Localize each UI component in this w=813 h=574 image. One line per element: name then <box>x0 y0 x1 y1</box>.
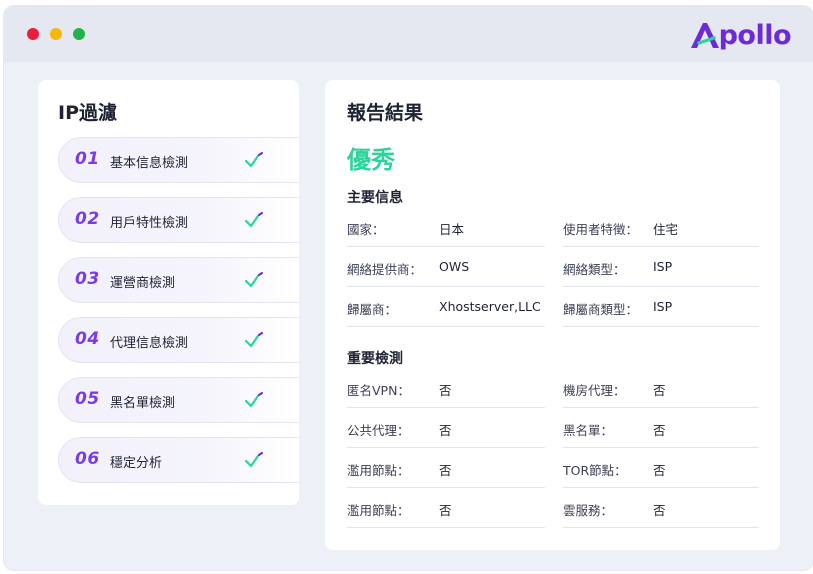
step-item[interactable]: 02 用戶特性檢測 <box>58 197 299 243</box>
minimize-window-button[interactable] <box>50 28 62 40</box>
check-row-blacklist: 黑名單： 否 <box>563 408 759 448</box>
step-label: 穩定分析 <box>110 456 163 471</box>
step-label: 基本信息檢測 <box>110 156 189 171</box>
field-label: 匿名VPN： <box>347 383 410 398</box>
step-number: 02 <box>75 209 100 229</box>
panel-title: IP過濾 <box>58 102 117 124</box>
field-label: 歸屬商： <box>347 302 398 317</box>
apollo-logo: pollo <box>689 18 792 52</box>
field-value: 否 <box>439 503 452 518</box>
info-row-country: 國家： 日本 <box>347 207 545 247</box>
step-number: 05 <box>75 389 100 409</box>
report-panel: 報告結果 優秀 主要信息 國家： 日本 使用者特徵： 住宅 網絡提供商： OWS… <box>325 80 780 550</box>
checks-heading: 重要檢測 <box>347 351 403 367</box>
step-item[interactable]: 05 黑名單檢測 <box>58 377 299 423</box>
step-item[interactable]: 04 代理信息檢測 <box>58 317 299 363</box>
logo-wordmark: pollo <box>718 19 792 51</box>
info-row-provider: 網絡提供商： OWS <box>347 247 545 287</box>
info-row-owner: 歸屬商： Xhostserver,LLC <box>347 287 545 327</box>
field-value: ISP <box>653 259 673 274</box>
info-row-user-type: 使用者特徵： 住宅 <box>563 207 759 247</box>
step-number: 04 <box>75 329 100 349</box>
field-label: 雲服務： <box>563 503 614 518</box>
check-row-cloud-service: 雲服務： 否 <box>563 488 759 528</box>
main-info-heading: 主要信息 <box>347 190 403 206</box>
field-value: 日本 <box>439 222 465 237</box>
step-number: 06 <box>75 449 100 469</box>
field-value: 住宅 <box>653 222 679 237</box>
field-value: ISP <box>653 299 673 314</box>
check-row-anon-vpn: 匿名VPN： 否 <box>347 368 545 408</box>
check-row-datacenter-proxy: 機房代理： 否 <box>563 368 759 408</box>
step-number: 03 <box>75 269 100 289</box>
field-value: Xhostserver,LLC <box>439 299 541 314</box>
check-icon <box>245 332 263 348</box>
field-label: 國家： <box>347 222 385 237</box>
title-bar: pollo <box>4 6 813 62</box>
field-value: 否 <box>439 423 452 438</box>
field-value: 否 <box>653 503 666 518</box>
info-row-network-type: 網絡類型： ISP <box>563 247 759 287</box>
field-value: 否 <box>653 383 666 398</box>
field-label: 機房代理： <box>563 383 626 398</box>
check-icon <box>245 392 263 408</box>
field-value: 否 <box>439 463 452 478</box>
step-label: 黑名單檢測 <box>110 396 176 411</box>
close-window-button[interactable] <box>27 28 39 40</box>
check-icon <box>245 272 263 288</box>
field-label: 公共代理： <box>347 423 410 438</box>
app-window: pollo IP過濾 01 基本信息檢測 02 用戶特性檢測 03 運營商檢測 … <box>4 6 813 570</box>
check-icon <box>245 152 263 168</box>
info-row-owner-type: 歸屬商類型： ISP <box>563 287 759 327</box>
field-label: 網絡提供商： <box>347 262 423 277</box>
field-label: 網絡類型： <box>563 262 626 277</box>
step-list: 01 基本信息檢測 02 用戶特性檢測 03 運營商檢測 04 代理信息檢測 0… <box>58 137 299 497</box>
check-icon <box>245 212 263 228</box>
step-item[interactable]: 03 運營商檢測 <box>58 257 299 303</box>
step-label: 用戶特性檢測 <box>110 216 189 231</box>
grade-result: 優秀 <box>347 146 395 174</box>
check-row-abuse-node: 濫用節點： 否 <box>347 448 545 488</box>
check-row-public-proxy: 公共代理： 否 <box>347 408 545 448</box>
field-value: 否 <box>653 463 666 478</box>
step-item[interactable]: 01 基本信息檢測 <box>58 137 299 183</box>
check-icon <box>245 452 263 468</box>
field-value: 否 <box>439 383 452 398</box>
field-value: 否 <box>653 423 666 438</box>
field-label: 黑名單： <box>563 423 614 438</box>
report-title: 報告結果 <box>347 102 424 124</box>
field-label: 歸屬商類型： <box>563 302 639 317</box>
step-item[interactable]: 06 穩定分析 <box>58 437 299 483</box>
check-row-abuse-node: 濫用節點： 否 <box>347 488 545 528</box>
field-label: 濫用節點： <box>347 463 410 478</box>
maximize-window-button[interactable] <box>73 28 85 40</box>
step-label: 代理信息檢測 <box>110 336 189 351</box>
field-label: 使用者特徵： <box>563 222 639 237</box>
field-label: TOR節點： <box>563 463 627 478</box>
field-label: 濫用節點： <box>347 503 410 518</box>
step-label: 運營商檢測 <box>110 276 176 291</box>
check-row-tor-node: TOR節點： 否 <box>563 448 759 488</box>
step-number: 01 <box>75 149 100 169</box>
field-value: OWS <box>439 259 470 274</box>
logo-a-mark-icon <box>690 23 719 48</box>
ip-filter-panel: IP過濾 01 基本信息檢測 02 用戶特性檢測 03 運營商檢測 04 代理信… <box>38 80 299 505</box>
